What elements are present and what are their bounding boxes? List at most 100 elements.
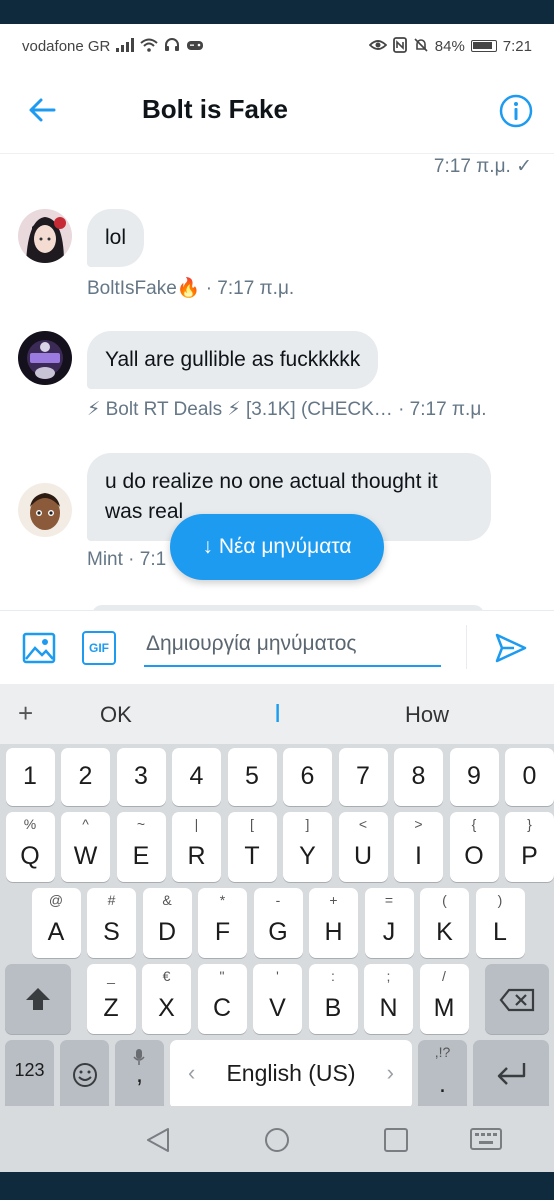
key-y[interactable]: ] Y bbox=[283, 812, 332, 882]
nfc-icon bbox=[392, 36, 407, 56]
key-p[interactable]: } P bbox=[505, 812, 554, 882]
key-secondary-label: ~ bbox=[136, 816, 146, 832]
message-input[interactable] bbox=[144, 623, 441, 667]
key-x[interactable]: € X bbox=[142, 964, 191, 1034]
key-s[interactable]: # S bbox=[87, 888, 136, 958]
wifi-icon bbox=[140, 38, 159, 55]
key-label: Y bbox=[299, 842, 316, 870]
navigation-bar bbox=[0, 1106, 554, 1172]
battery-percent: 84% bbox=[434, 37, 465, 55]
key-label: Z bbox=[103, 994, 119, 1022]
message-bubble[interactable]: Yall are gullible as fuckkkkk bbox=[87, 331, 379, 389]
gif-button[interactable]: GIF bbox=[82, 631, 116, 665]
key-2[interactable]: 2 bbox=[61, 748, 110, 806]
info-icon[interactable] bbox=[498, 93, 534, 129]
key-6[interactable]: 6 bbox=[283, 748, 332, 806]
key-label: . bbox=[439, 1070, 446, 1098]
key-secondary-label: ,!? bbox=[434, 1044, 451, 1060]
image-icon[interactable] bbox=[22, 631, 56, 665]
game-controller-icon bbox=[186, 38, 204, 55]
key-secondary-label: + bbox=[329, 892, 338, 908]
key-f[interactable]: * F bbox=[198, 888, 247, 958]
shift-key[interactable] bbox=[5, 964, 71, 1034]
key-5[interactable]: 5 bbox=[227, 748, 277, 806]
avatar-bolt-rt-deals[interactable] bbox=[18, 331, 72, 385]
key-w[interactable]: ^ W bbox=[61, 812, 110, 882]
comma-key[interactable]: , bbox=[115, 1040, 164, 1110]
key-secondary-label: ) bbox=[497, 892, 503, 908]
new-messages-button[interactable]: ↓ Νέα μηνύματα bbox=[170, 514, 384, 580]
enter-key[interactable] bbox=[473, 1040, 549, 1110]
back-arrow-icon[interactable] bbox=[26, 93, 60, 127]
key-label: V bbox=[269, 994, 286, 1022]
nav-back-icon[interactable] bbox=[144, 1126, 172, 1154]
key-c[interactable]: " C bbox=[197, 964, 247, 1034]
key-i[interactable]: > I bbox=[394, 812, 443, 882]
key-3[interactable]: 3 bbox=[116, 748, 166, 806]
key-label: C bbox=[212, 994, 232, 1022]
key-u[interactable]: < U bbox=[338, 812, 388, 882]
keyboard-hide-icon[interactable] bbox=[470, 1126, 502, 1154]
key-label: 2 bbox=[78, 762, 93, 790]
nav-home-icon[interactable] bbox=[263, 1126, 291, 1154]
emoji-key[interactable] bbox=[60, 1040, 109, 1110]
key-v[interactable]: ' V bbox=[253, 964, 302, 1034]
screen-frame-bottom bbox=[0, 1172, 554, 1200]
key-secondary-label: # bbox=[107, 892, 116, 908]
key-o[interactable]: {O bbox=[449, 812, 499, 882]
key-label: 1 bbox=[23, 762, 37, 790]
numbers-key[interactable]: 123 bbox=[5, 1040, 54, 1110]
key-r[interactable]: | R bbox=[172, 812, 221, 882]
key-8[interactable]: 8 bbox=[394, 748, 443, 806]
key-label: L bbox=[493, 918, 507, 946]
key-7[interactable]: 7 bbox=[338, 748, 388, 806]
avatar-boltisfake[interactable] bbox=[18, 209, 72, 263]
key-z[interactable]: _ Z bbox=[86, 964, 136, 1034]
key-1[interactable]: 1 bbox=[5, 748, 55, 806]
key-secondary-label: ; bbox=[386, 968, 391, 984]
key-label: I bbox=[415, 842, 422, 870]
avatar-mint[interactable] bbox=[18, 483, 72, 537]
key-label: 7 bbox=[356, 762, 370, 790]
suggestion-plus-button[interactable]: + bbox=[18, 698, 33, 729]
key-label: J bbox=[382, 918, 396, 946]
key-b[interactable]: :B bbox=[308, 964, 358, 1034]
key-h[interactable]: + H bbox=[309, 888, 358, 958]
key-label: 6 bbox=[300, 762, 315, 790]
key-e[interactable]: ~ E bbox=[116, 812, 166, 882]
key-a[interactable]: @ A bbox=[31, 888, 81, 958]
key-l[interactable]: ) L bbox=[475, 888, 525, 958]
key-9[interactable]: 9 bbox=[449, 748, 499, 806]
send-icon[interactable] bbox=[494, 631, 528, 665]
key-q[interactable]: % Q bbox=[5, 812, 55, 882]
key-label: D bbox=[157, 918, 177, 946]
suggestion-word[interactable]: OK bbox=[100, 702, 132, 728]
space-key[interactable]: English (US) ‹ › bbox=[170, 1040, 412, 1110]
period-key[interactable]: ,!?. bbox=[418, 1040, 467, 1110]
key-0[interactable]: 0 bbox=[505, 748, 554, 806]
eye-icon bbox=[368, 38, 388, 55]
shift-arrow-icon bbox=[26, 988, 50, 1010]
nav-recents-icon[interactable] bbox=[382, 1126, 410, 1154]
key-j[interactable]: = J bbox=[364, 888, 414, 958]
key-k[interactable]: (K bbox=[420, 888, 469, 958]
key-secondary-label: " bbox=[219, 968, 225, 984]
key-label: 0 bbox=[522, 762, 537, 790]
clock: 7:21 bbox=[502, 37, 532, 55]
key-secondary-label: ] bbox=[305, 816, 310, 832]
key-label: Q bbox=[20, 842, 40, 870]
key-label: 4 bbox=[189, 762, 204, 790]
key-n[interactable]: ; N bbox=[364, 964, 413, 1034]
key-t[interactable]: [T bbox=[227, 812, 277, 882]
key-4[interactable]: 4 bbox=[172, 748, 221, 806]
status-bar: vodafone GR 84% 7:21 bbox=[0, 24, 554, 68]
key-m[interactable]: / M bbox=[419, 964, 469, 1034]
conversation-header: Bolt is Fake bbox=[0, 68, 554, 154]
backspace-key[interactable] bbox=[485, 964, 549, 1034]
key-d[interactable]: & D bbox=[142, 888, 192, 958]
suggestion-word[interactable]: I bbox=[274, 698, 281, 729]
key-g[interactable]: -G bbox=[253, 888, 303, 958]
message-bubble[interactable]: lol bbox=[87, 209, 145, 267]
key-secondary-label: { bbox=[471, 816, 477, 832]
suggestion-word[interactable]: How bbox=[405, 702, 449, 728]
